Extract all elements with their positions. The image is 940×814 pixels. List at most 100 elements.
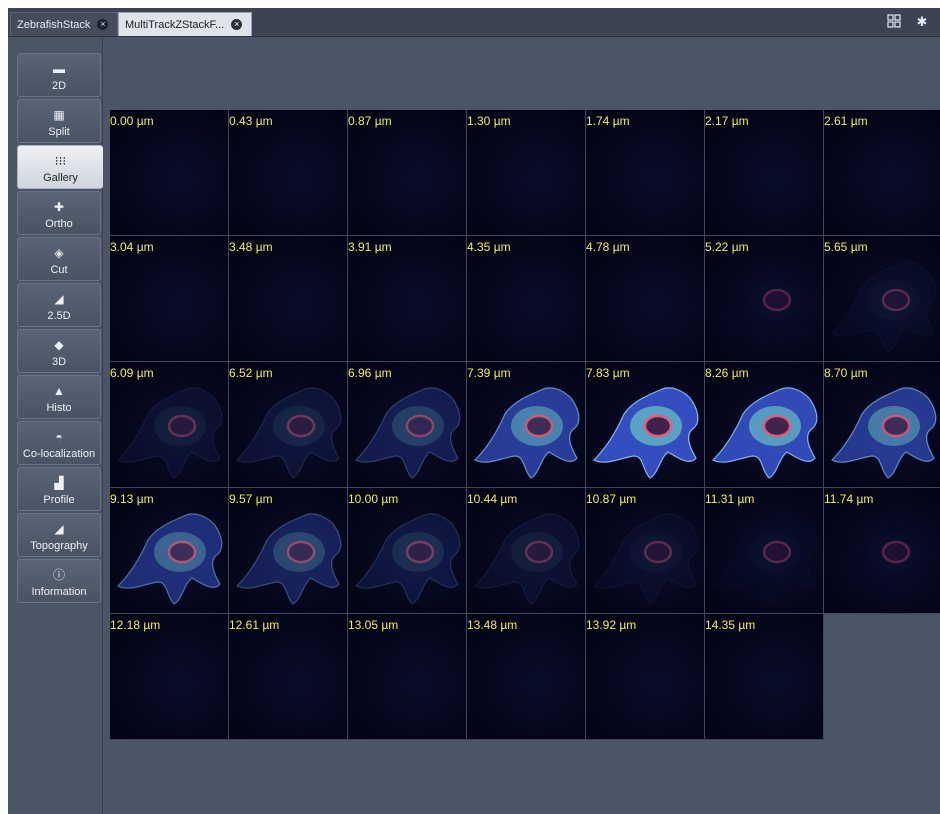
sidebar-item-cut[interactable]: ◈ Cut bbox=[17, 237, 101, 281]
gallery-tile[interactable]: 9.13 µm bbox=[110, 488, 229, 614]
gallery-grid-icon: ⁝⁝⁝ bbox=[54, 154, 67, 168]
gallery-tile[interactable]: 0.00 µm bbox=[110, 110, 229, 236]
tab-label: MultiTrackZStackF... bbox=[125, 19, 225, 31]
gallery-tile[interactable]: 3.91 µm bbox=[348, 236, 467, 362]
cell-image bbox=[235, 387, 342, 479]
gallery-tile[interactable]: 1.30 µm bbox=[467, 110, 586, 236]
z-position-label: 14.35 µm bbox=[705, 618, 756, 632]
layout-grid-icon[interactable] bbox=[886, 14, 902, 30]
sidebar-item-3d[interactable]: ◆ 3D bbox=[17, 329, 101, 373]
sidebar-item-label: Cut bbox=[50, 264, 68, 276]
cell-image bbox=[116, 513, 223, 605]
gallery-tile[interactable]: 13.48 µm bbox=[467, 614, 586, 740]
gallery-tile[interactable]: 3.04 µm bbox=[110, 236, 229, 362]
sidebar-item-2-5d[interactable]: ◢ 2.5D bbox=[17, 283, 101, 327]
gallery-tile[interactable]: 3.48 µm bbox=[229, 236, 348, 362]
sidebar-item-label: Histo bbox=[46, 402, 72, 414]
ortho-view-icon: ✚ bbox=[53, 200, 65, 214]
z-position-label: 7.39 µm bbox=[467, 366, 511, 380]
gallery-tile[interactable]: 4.78 µm bbox=[586, 236, 705, 362]
gallery-tile[interactable]: 10.87 µm bbox=[586, 488, 705, 614]
z-position-label: 9.13 µm bbox=[110, 492, 154, 506]
sidebar-item-2d[interactable]: ▬ 2D bbox=[17, 53, 101, 97]
gallery-tile[interactable]: 4.35 µm bbox=[467, 236, 586, 362]
cell-image bbox=[354, 513, 461, 605]
gallery-tile[interactable]: 10.00 µm bbox=[348, 488, 467, 614]
z-position-label: 13.92 µm bbox=[586, 618, 637, 632]
gallery-tile[interactable]: 6.52 µm bbox=[229, 362, 348, 488]
gallery-tile[interactable]: 5.65 µm bbox=[824, 236, 940, 362]
gallery-tile[interactable]: 8.70 µm bbox=[824, 362, 940, 488]
sidebar-item-ortho[interactable]: ✚ Ortho bbox=[17, 191, 101, 235]
tabbar-tools: ✱ bbox=[878, 14, 930, 30]
sidebar-item-profile[interactable]: ▟ Profile bbox=[17, 467, 101, 511]
z-position-label: 9.57 µm bbox=[229, 492, 273, 506]
gallery-tile[interactable]: 2.17 µm bbox=[705, 110, 824, 236]
cell-image bbox=[473, 387, 580, 479]
gallery-tile[interactable]: 11.74 µm bbox=[824, 488, 940, 614]
z-position-label: 3.04 µm bbox=[110, 240, 154, 254]
z-position-label: 10.87 µm bbox=[586, 492, 637, 506]
colocalization-icon: ◓ bbox=[55, 430, 63, 444]
view-mode-sidebar: ▬ 2D ▦ Split ⁝⁝⁝ Gallery ✚ Ortho ◈ Cut ◢ 2.5D ◆ 3D ▲ Hi… bbox=[8, 37, 103, 814]
gallery-tile[interactable]: 12.18 µm bbox=[110, 614, 229, 740]
sidebar-item-label: 2D bbox=[51, 80, 67, 92]
z-position-label: 8.70 µm bbox=[824, 366, 868, 380]
sidebar-item-label: Split bbox=[48, 126, 70, 138]
gallery-tile[interactable]: 5.22 µm bbox=[705, 236, 824, 362]
gallery-tile[interactable]: 1.74 µm bbox=[586, 110, 705, 236]
gallery-tile[interactable]: 0.87 µm bbox=[348, 110, 467, 236]
tab-zebrafishstack[interactable]: ZebrafishStack × bbox=[10, 12, 118, 36]
z-position-label: 4.78 µm bbox=[586, 240, 630, 254]
histogram-icon: ▲ bbox=[53, 384, 65, 398]
gallery-tile[interactable]: 10.44 µm bbox=[467, 488, 586, 614]
gallery-tile[interactable]: 8.26 µm bbox=[705, 362, 824, 488]
close-icon[interactable]: × bbox=[231, 18, 243, 30]
cell-image bbox=[830, 387, 937, 479]
document-tab-bar: ZebrafishStack × MultiTrackZStackF... × … bbox=[8, 8, 940, 37]
z-position-label: 10.00 µm bbox=[348, 492, 399, 506]
topography-icon: ◢ bbox=[54, 522, 64, 536]
sidebar-item-label: 2.5D bbox=[47, 310, 71, 322]
z-position-label: 5.65 µm bbox=[824, 240, 868, 254]
z-position-label: 2.17 µm bbox=[705, 114, 749, 128]
gallery-tile[interactable]: 6.09 µm bbox=[110, 362, 229, 488]
z-position-label: 1.30 µm bbox=[467, 114, 511, 128]
cell-image bbox=[354, 387, 461, 479]
2-5d-view-icon: ◢ bbox=[54, 292, 64, 306]
sidebar-item-information[interactable]: ⓘ Information bbox=[17, 559, 101, 603]
z-position-label: 1.74 µm bbox=[586, 114, 630, 128]
sidebar-item-histo[interactable]: ▲ Histo bbox=[17, 375, 101, 419]
close-icon[interactable]: × bbox=[97, 18, 109, 30]
gallery-tile[interactable]: 14.35 µm bbox=[705, 614, 824, 740]
2d-view-icon: ▬ bbox=[53, 62, 65, 76]
sidebar-item-label: Profile bbox=[43, 494, 75, 506]
gallery-tile[interactable]: 6.96 µm bbox=[348, 362, 467, 488]
gallery-tile[interactable]: 7.39 µm bbox=[467, 362, 586, 488]
gallery-tile[interactable]: 12.61 µm bbox=[229, 614, 348, 740]
sidebar-item-topography[interactable]: ◢ Topography bbox=[17, 513, 101, 557]
z-position-label: 5.22 µm bbox=[705, 240, 749, 254]
tab-multitrackzstack[interactable]: MultiTrackZStackF... × bbox=[118, 12, 252, 36]
sidebar-item-co-localization[interactable]: ◓ Co-localization bbox=[17, 421, 101, 465]
gallery-tile[interactable]: 2.61 µm bbox=[824, 110, 940, 236]
settings-gear-icon[interactable]: ✱ bbox=[914, 14, 930, 30]
sidebar-item-label: Ortho bbox=[45, 218, 73, 230]
gallery-tile[interactable]: 0.43 µm bbox=[229, 110, 348, 236]
sidebar-item-label: Information bbox=[31, 586, 87, 598]
gallery-tile[interactable]: 11.31 µm bbox=[705, 488, 824, 614]
split-view-icon: ▦ bbox=[53, 108, 65, 122]
cell-image bbox=[592, 387, 699, 479]
gallery-tile[interactable]: 13.92 µm bbox=[586, 614, 705, 740]
z-position-label: 3.91 µm bbox=[348, 240, 392, 254]
tab-label: ZebrafishStack bbox=[17, 19, 91, 31]
cell-image bbox=[762, 288, 792, 312]
sidebar-item-split[interactable]: ▦ Split bbox=[17, 99, 101, 143]
z-position-label: 12.61 µm bbox=[229, 618, 280, 632]
z-position-label: 13.05 µm bbox=[348, 618, 399, 632]
gallery-tile[interactable]: 9.57 µm bbox=[229, 488, 348, 614]
gallery-tile[interactable]: 13.05 µm bbox=[348, 614, 467, 740]
sidebar-item-gallery[interactable]: ⁝⁝⁝ Gallery bbox=[17, 145, 103, 189]
gallery-tile[interactable]: 7.83 µm bbox=[586, 362, 705, 488]
z-position-label: 10.44 µm bbox=[467, 492, 518, 506]
